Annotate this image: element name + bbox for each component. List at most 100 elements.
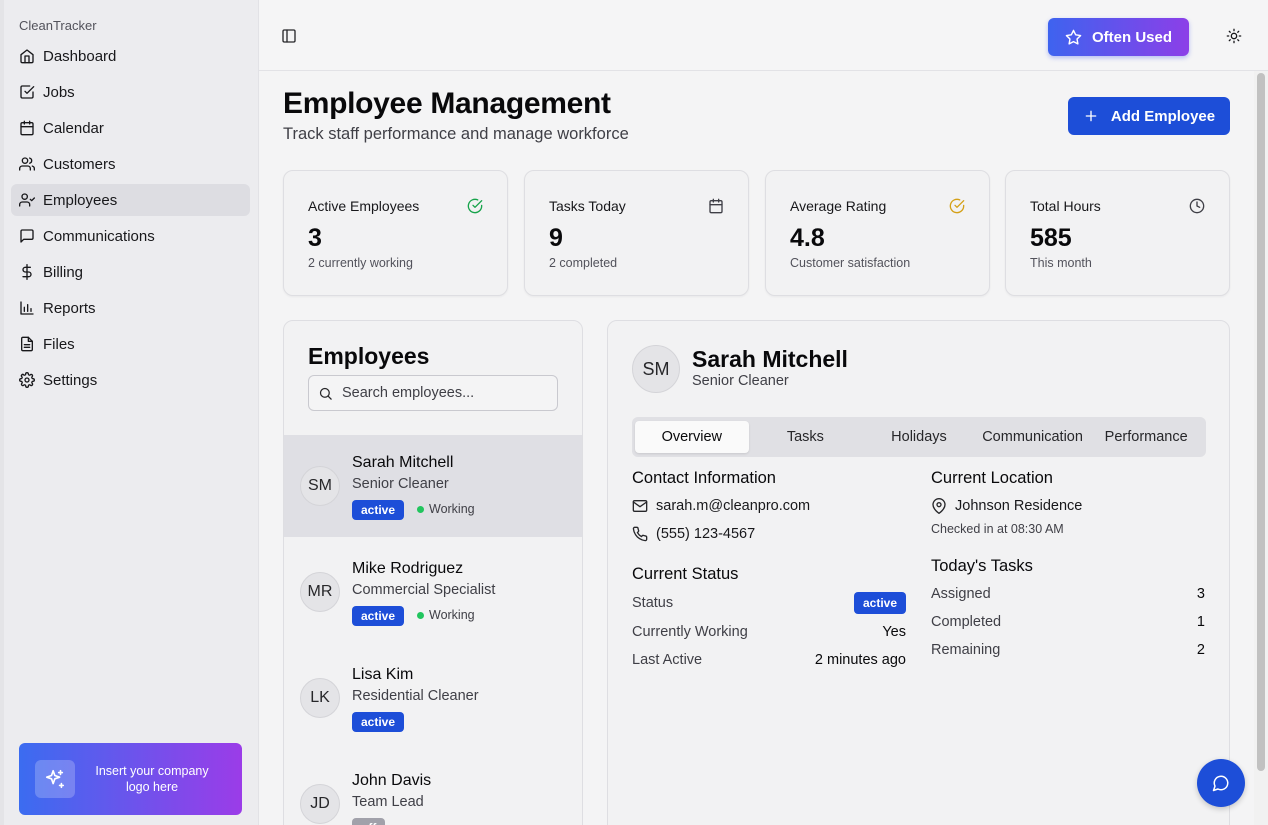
sun-icon[interactable] xyxy=(1226,28,1242,44)
stat-value: 4.8 xyxy=(790,224,825,252)
sidebar-nav: Dashboard Jobs Calendar Customers Employ… xyxy=(11,40,250,400)
employee-list-panel: Employees SM Sarah Mitchell Senior Clean… xyxy=(283,320,583,825)
search-input[interactable] xyxy=(342,385,542,401)
search-box[interactable] xyxy=(308,375,558,411)
sparkles-icon xyxy=(35,760,75,798)
sidebar-item-billing[interactable]: Billing xyxy=(11,256,250,288)
sidebar-item-label: Employees xyxy=(43,191,118,209)
assigned-value: 3 xyxy=(1196,586,1205,602)
star-icon xyxy=(1065,29,1082,45)
user-check-icon xyxy=(19,193,35,207)
sidebar-item-label: Jobs xyxy=(43,83,75,101)
sidebar-item-settings[interactable]: Settings xyxy=(11,364,250,396)
tab-holidays[interactable]: Holidays xyxy=(862,421,976,453)
search-icon xyxy=(319,387,332,400)
sidebar-item-label: Communications xyxy=(43,227,155,245)
logo-placeholder-text: Insert your company logo here xyxy=(95,764,209,794)
stat-value: 9 xyxy=(549,224,563,252)
page-title: Employee Management xyxy=(283,87,611,120)
home-icon xyxy=(20,49,34,64)
check-square-icon xyxy=(20,85,35,99)
sidebar-item-label: Customers xyxy=(43,155,116,173)
todays-tasks-title: Today's Tasks xyxy=(931,557,1033,575)
currently-working-label: Currently Working xyxy=(632,624,748,640)
stat-note: 2 completed xyxy=(549,256,618,270)
plus-icon xyxy=(1085,110,1097,122)
employee-name: Sarah Mitchell xyxy=(352,454,454,471)
dollar-icon xyxy=(22,264,32,280)
stat-value: 3 xyxy=(308,224,322,252)
sidebar-item-dashboard[interactable]: Dashboard xyxy=(11,40,250,72)
check-circle-icon xyxy=(949,198,965,214)
stat-card-tasks-today: Tasks Today 9 2 completed xyxy=(524,170,749,296)
contact-phone[interactable]: (555) 123-4567 xyxy=(632,526,755,542)
sidebar-item-employees[interactable]: Employees xyxy=(11,184,250,216)
page-scrollbar[interactable] xyxy=(1254,71,1268,825)
sidebar-item-customers[interactable]: Customers xyxy=(11,148,250,180)
stat-note: 2 currently working xyxy=(308,256,413,270)
avatar: SM xyxy=(300,466,340,506)
avatar: SM xyxy=(632,345,680,393)
often-used-label: Often Used xyxy=(1091,28,1172,46)
scrollbar-thumb[interactable] xyxy=(1257,73,1265,771)
employee-list-item[interactable]: JD John Davis Team Lead off xyxy=(284,753,582,825)
employee-list-item[interactable]: MR Mike Rodriguez Commercial Specialist … xyxy=(284,541,582,643)
stat-label: Tasks Today xyxy=(549,198,626,214)
status-badge: off xyxy=(352,818,386,825)
message-square-icon xyxy=(20,229,34,243)
employee-role: Team Lead xyxy=(352,794,424,810)
last-active-label: Last Active xyxy=(632,652,703,668)
bar-chart-icon xyxy=(20,301,34,315)
employee-role: Senior Cleaner xyxy=(352,476,449,492)
status-label: Status xyxy=(632,595,674,611)
stat-label: Average Rating xyxy=(790,198,887,214)
employee-detail-role: Senior Cleaner xyxy=(692,373,789,389)
tab-performance[interactable]: Performance xyxy=(1089,421,1203,453)
working-label: Working xyxy=(429,608,475,622)
add-employee-button[interactable]: Add Employee xyxy=(1068,97,1230,135)
sidebar-item-label: Dashboard xyxy=(43,47,117,65)
sidebar-item-files[interactable]: Files xyxy=(11,328,250,360)
chat-button[interactable] xyxy=(1197,759,1245,807)
assigned-label: Assigned xyxy=(931,586,991,602)
location-row: Johnson Residence xyxy=(931,498,1082,514)
employee-detail-name: Sarah Mitchell xyxy=(692,346,848,372)
last-active-row: Last Active 2 minutes ago xyxy=(632,652,906,668)
sidebar-item-communications[interactable]: Communications xyxy=(11,220,250,252)
remaining-value: 2 xyxy=(1196,642,1205,658)
stat-card-average-rating: Average Rating 4.8 Customer satisfaction xyxy=(765,170,990,296)
location-value: Johnson Residence xyxy=(955,498,1083,514)
sidebar-item-label: Files xyxy=(43,335,75,353)
employee-list-item[interactable]: SM Sarah Mitchell Senior Cleaner active … xyxy=(284,435,582,537)
app-name: CleanTracker xyxy=(19,18,97,33)
tab-overview[interactable]: Overview xyxy=(635,421,749,453)
users-icon xyxy=(19,157,35,171)
detail-tabs: Overview Tasks Holidays Communication Pe… xyxy=(632,417,1206,457)
employee-list-title: Employees xyxy=(308,343,430,369)
tab-communication[interactable]: Communication xyxy=(976,421,1090,453)
company-logo-placeholder[interactable]: Insert your company logo here xyxy=(19,743,242,815)
sidebar-toggle-icon[interactable] xyxy=(281,28,297,44)
often-used-button[interactable]: Often Used xyxy=(1048,18,1189,56)
completed-row: Completed 1 xyxy=(931,614,1205,630)
employee-list-item[interactable]: LK Lisa Kim Residential Cleaner active xyxy=(284,647,582,749)
employee-name: Mike Rodriguez xyxy=(352,560,464,577)
working-indicator: Working xyxy=(417,502,475,516)
sidebar-edge xyxy=(0,0,4,825)
employee-role: Commercial Specialist xyxy=(352,582,496,598)
sidebar-item-calendar[interactable]: Calendar xyxy=(11,112,250,144)
sidebar-item-jobs[interactable]: Jobs xyxy=(11,76,250,108)
assigned-row: Assigned 3 xyxy=(931,586,1205,602)
contact-email[interactable]: sarah.m@cleanpro.com xyxy=(632,498,810,514)
remaining-label: Remaining xyxy=(931,642,1001,658)
sidebar-item-reports[interactable]: Reports xyxy=(11,292,250,324)
status-badge: active xyxy=(352,712,405,732)
calendar-icon xyxy=(20,120,34,136)
stat-label: Total Hours xyxy=(1030,198,1101,214)
tab-tasks[interactable]: Tasks xyxy=(749,421,863,453)
stat-note: This month xyxy=(1030,256,1092,270)
sidebar-item-label: Settings xyxy=(43,371,98,389)
sidebar-item-label: Calendar xyxy=(43,119,104,137)
employee-role: Residential Cleaner xyxy=(352,688,479,704)
sidebar: CleanTracker Dashboard Jobs Calendar Cus… xyxy=(0,0,259,825)
